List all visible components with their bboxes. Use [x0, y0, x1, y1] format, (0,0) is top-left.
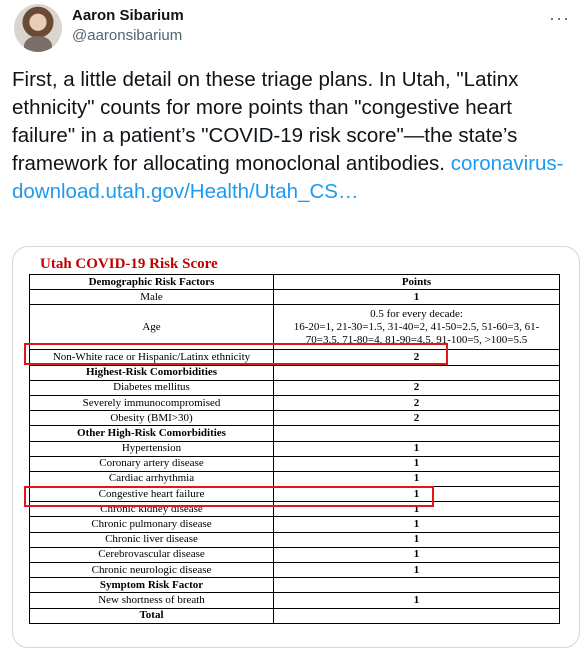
highlight-box-race — [24, 343, 448, 365]
table-row: Severely immunocompromised 2 — [29, 394, 560, 412]
section-row: Highest-Risk Comorbidities — [29, 364, 560, 381]
total-label: Total — [29, 607, 274, 624]
highlight-box-chf — [24, 486, 434, 507]
table-row: Cerebrovascular disease 1 — [29, 546, 560, 564]
table-row: Chronic pulmonary disease 1 — [29, 516, 560, 533]
section-points — [273, 425, 560, 442]
more-horizontal-icon[interactable]: ··· — [549, 8, 570, 29]
table-row: Coronary artery disease 1 — [29, 455, 560, 472]
author-name[interactable]: Aaron Sibarium — [72, 7, 184, 24]
row-label: New shortness of breath — [29, 592, 274, 609]
section-row: Other High-Risk Comorbidities — [29, 425, 560, 442]
table-row: Obesity (BMI>30) 2 — [29, 410, 560, 427]
section-label: Symptom Risk Factor — [29, 577, 274, 594]
row-label: Cardiac arrhythmia — [29, 470, 274, 488]
author-handle[interactable]: @aaronsibarium — [72, 27, 182, 44]
row-points: 1 — [273, 561, 560, 579]
row-label: Severely immunocompromised — [29, 394, 274, 412]
row-points: 1 — [273, 289, 560, 306]
row-points: 1 — [273, 470, 560, 488]
table-row: Hypertension 1 — [29, 440, 560, 457]
risk-score-table: Demographic Risk Factors Points Male 1 A… — [29, 273, 560, 624]
row-label: Chronic pulmonary disease — [29, 516, 274, 533]
table-row: Cardiac arrhythmia 1 — [29, 470, 560, 488]
document-title: Utah COVID-19 Risk Score — [40, 256, 218, 272]
avatar-figure — [24, 36, 52, 52]
row-points: 1 — [273, 592, 560, 609]
age-heading: 0.5 for every decade: — [370, 307, 463, 320]
section-label: Highest-Risk Comorbidities — [29, 364, 274, 381]
table-header-row: Demographic Risk Factors Points — [29, 273, 560, 291]
header-points: Points — [273, 273, 560, 291]
row-points: 1 — [273, 516, 560, 533]
total-points — [273, 607, 560, 624]
row-points: 1 — [273, 531, 560, 548]
row-label: Cerebrovascular disease — [29, 546, 274, 564]
section-label: Other High-Risk Comorbidities — [29, 425, 274, 442]
row-label: Obesity (BMI>30) — [29, 410, 274, 427]
row-points: 1 — [273, 546, 560, 564]
tweet-media-image[interactable]: Utah COVID-19 Risk Score Demographic Ris… — [12, 246, 580, 648]
row-points: 2 — [273, 379, 560, 396]
row-label: Diabetes mellitus — [29, 379, 274, 396]
row-label: Male — [29, 289, 274, 306]
row-label: Chronic neurologic disease — [29, 561, 274, 579]
row-points: 1 — [273, 455, 560, 472]
table-row: Diabetes mellitus 2 — [29, 379, 560, 396]
section-row: Symptom Risk Factor — [29, 577, 560, 594]
total-row: Total — [29, 607, 560, 624]
table-row: Male 1 — [29, 289, 560, 306]
row-points: 1 — [273, 440, 560, 457]
tweet-text: First, a little detail on these triage p… — [12, 66, 572, 206]
row-label: Chronic liver disease — [29, 531, 274, 548]
table-row: New shortness of breath 1 — [29, 592, 560, 609]
row-label: Hypertension — [29, 440, 274, 457]
section-points — [273, 364, 560, 381]
header-factors: Demographic Risk Factors — [29, 273, 274, 291]
table-row: Chronic neurologic disease 1 — [29, 561, 560, 579]
table-row: Chronic liver disease 1 — [29, 531, 560, 548]
section-points — [273, 577, 560, 594]
avatar[interactable] — [14, 4, 62, 52]
row-points: 2 — [273, 394, 560, 412]
row-label: Coronary artery disease — [29, 455, 274, 472]
tweet-body: First, a little detail on these triage p… — [12, 68, 519, 175]
age-line-1: 16-20=1, 21-30=1.5, 31-40=2, 41-50=2.5, … — [293, 320, 540, 333]
row-points: 2 — [273, 410, 560, 427]
